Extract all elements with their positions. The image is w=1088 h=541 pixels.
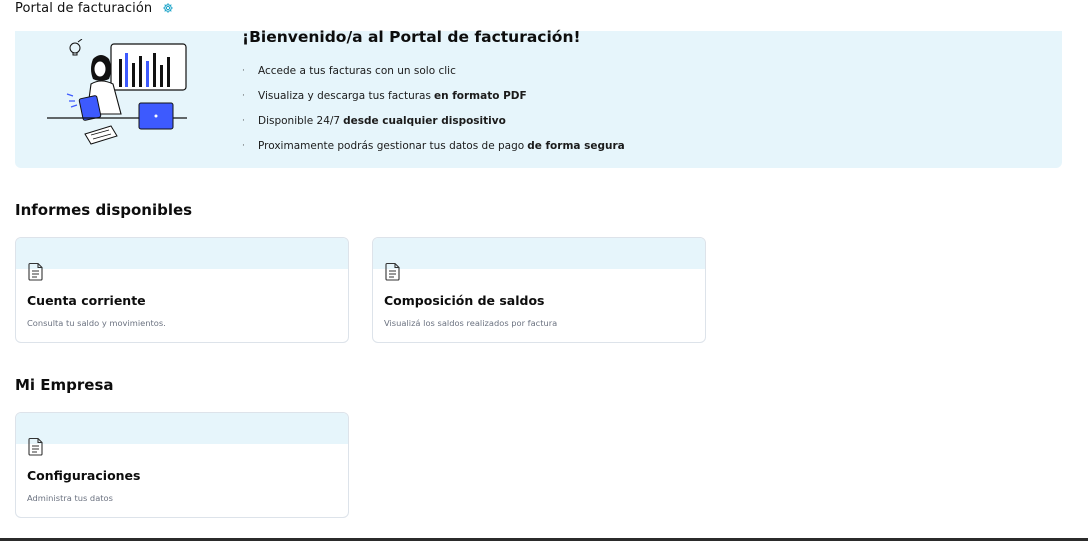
feature-highlight: en formato PDF	[433, 90, 527, 102]
feature-item: · Visualiza y descarga tus facturas en f…	[242, 90, 625, 115]
document-icon	[28, 437, 43, 456]
page-header: Portal de facturación	[15, 0, 174, 16]
feature-highlight: de forma segura	[527, 140, 625, 152]
section-title-mi-empresa: Mi Empresa	[15, 376, 114, 394]
bullet: ·	[242, 66, 245, 76]
welcome-banner: ¡Bienvenido/a al Portal de facturación! …	[15, 28, 1062, 168]
feature-item: · Disponible 24/7 desde cualquier dispos…	[242, 115, 625, 140]
card-configuraciones[interactable]: Configuraciones Administra tus datos	[15, 412, 349, 518]
card-description: Administra tus datos	[27, 493, 113, 503]
banner-title: ¡Bienvenido/a al Portal de facturación!	[242, 28, 581, 46]
card-header	[373, 238, 705, 269]
card-header	[16, 413, 348, 444]
bullet: ·	[242, 141, 245, 151]
card-title: Cuenta corriente	[27, 293, 146, 308]
feature-text: Proximamente podrás gestionar tus datos …	[258, 140, 525, 152]
bullet: ·	[242, 116, 245, 126]
document-icon	[385, 262, 400, 281]
feature-text: Accede a tus facturas con un solo clic	[258, 65, 456, 77]
feature-item: · Accede a tus facturas con un solo clic	[242, 65, 625, 90]
card-description: Visualizá los saldos realizados por fact…	[384, 318, 558, 328]
page-title: Portal de facturación	[15, 0, 153, 16]
section-title-informes: Informes disponibles	[15, 201, 193, 219]
card-title: Configuraciones	[27, 468, 141, 483]
feature-list: · Accede a tus facturas con un solo clic…	[242, 65, 625, 165]
feature-item: · Proximamente podrás gestionar tus dato…	[242, 140, 625, 165]
card-title: Composición de saldos	[384, 293, 545, 308]
feature-text: Disponible 24/7	[258, 115, 341, 127]
gear-icon[interactable]	[162, 2, 174, 14]
feature-highlight: desde cualquier dispositivo	[343, 115, 506, 127]
billing-illustration	[47, 39, 187, 145]
card-header	[16, 238, 348, 269]
card-composicion-saldos[interactable]: Composición de saldos Visualizá los sald…	[372, 237, 706, 343]
feature-text: Visualiza y descarga tus facturas	[258, 90, 431, 102]
document-icon	[28, 262, 43, 281]
card-cuenta-corriente[interactable]: Cuenta corriente Consulta tu saldo y mov…	[15, 237, 349, 343]
bullet: ·	[242, 91, 245, 101]
card-description: Consulta tu saldo y movimientos.	[27, 318, 166, 328]
